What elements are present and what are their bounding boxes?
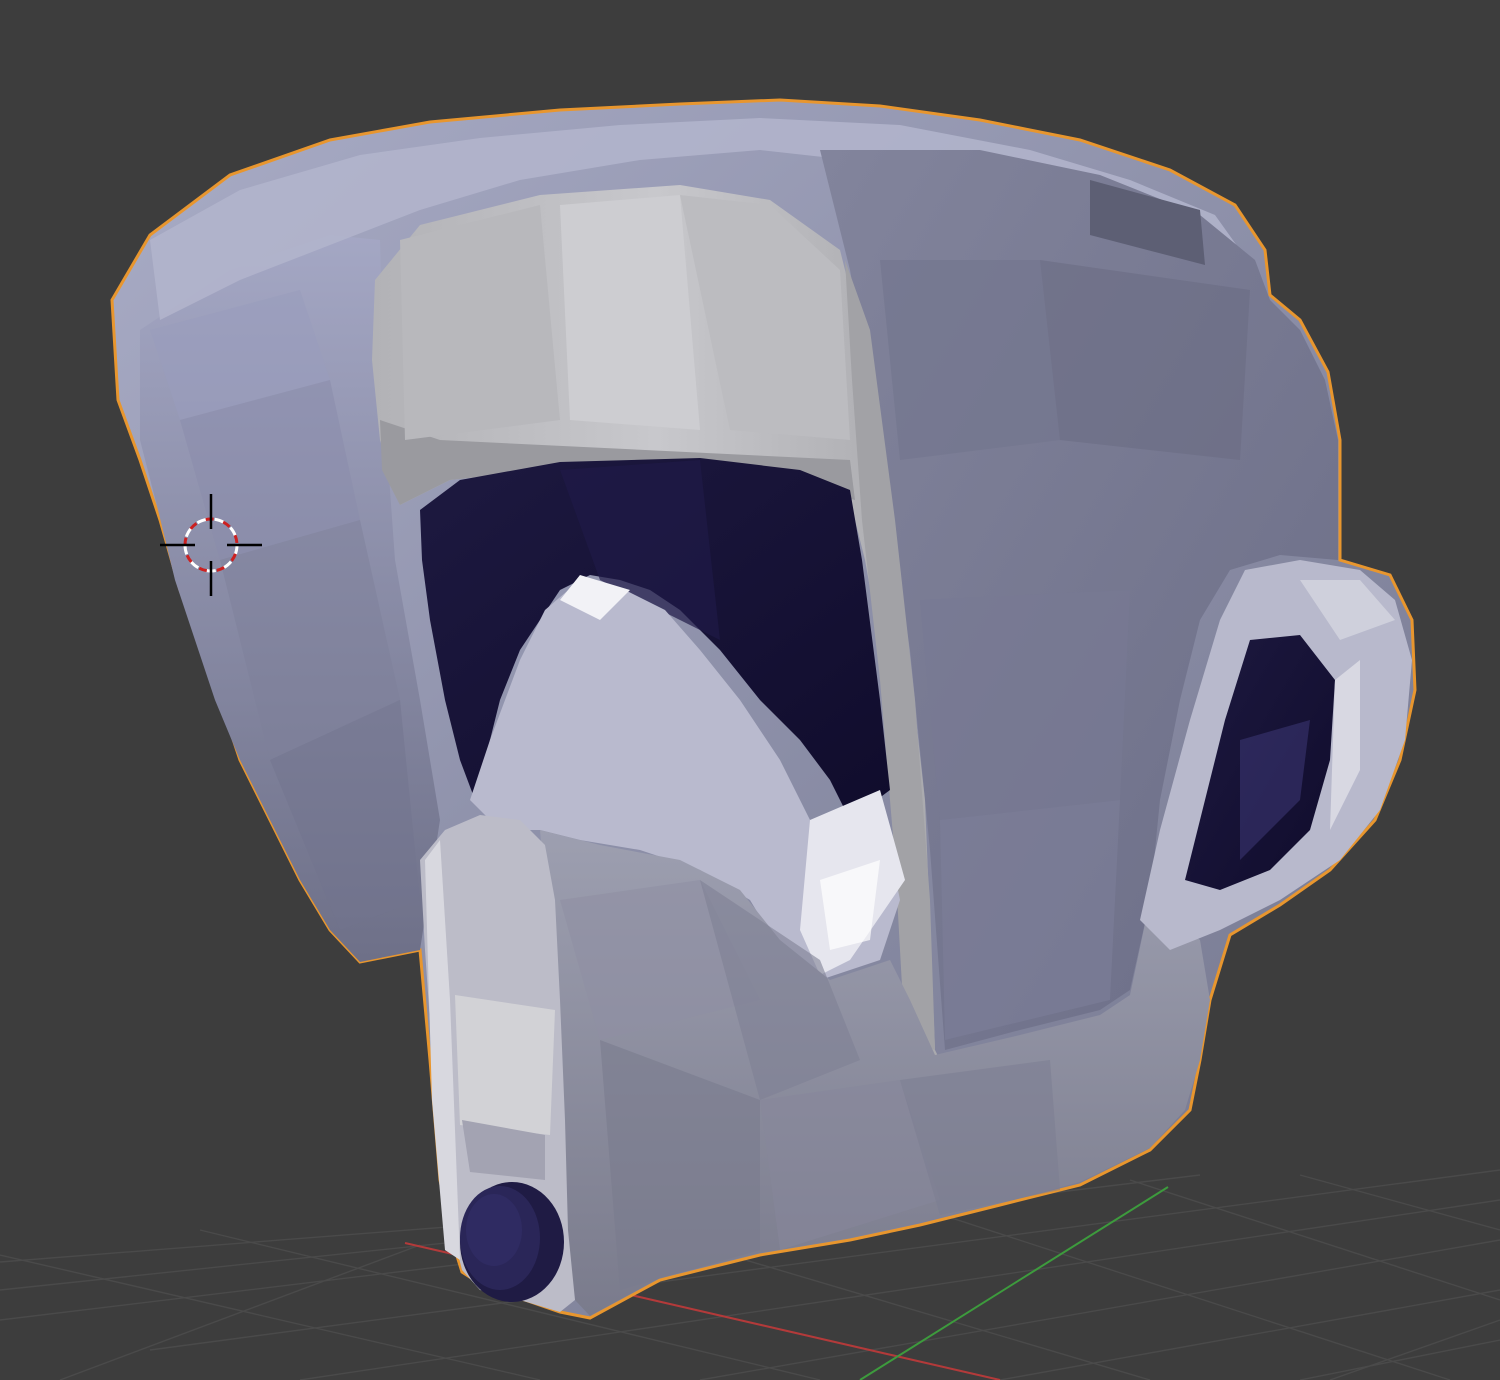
3d-viewport[interactable] — [0, 0, 1500, 1380]
helmet-mesh[interactable] — [110, 98, 1417, 1320]
chin-button — [460, 1182, 564, 1302]
